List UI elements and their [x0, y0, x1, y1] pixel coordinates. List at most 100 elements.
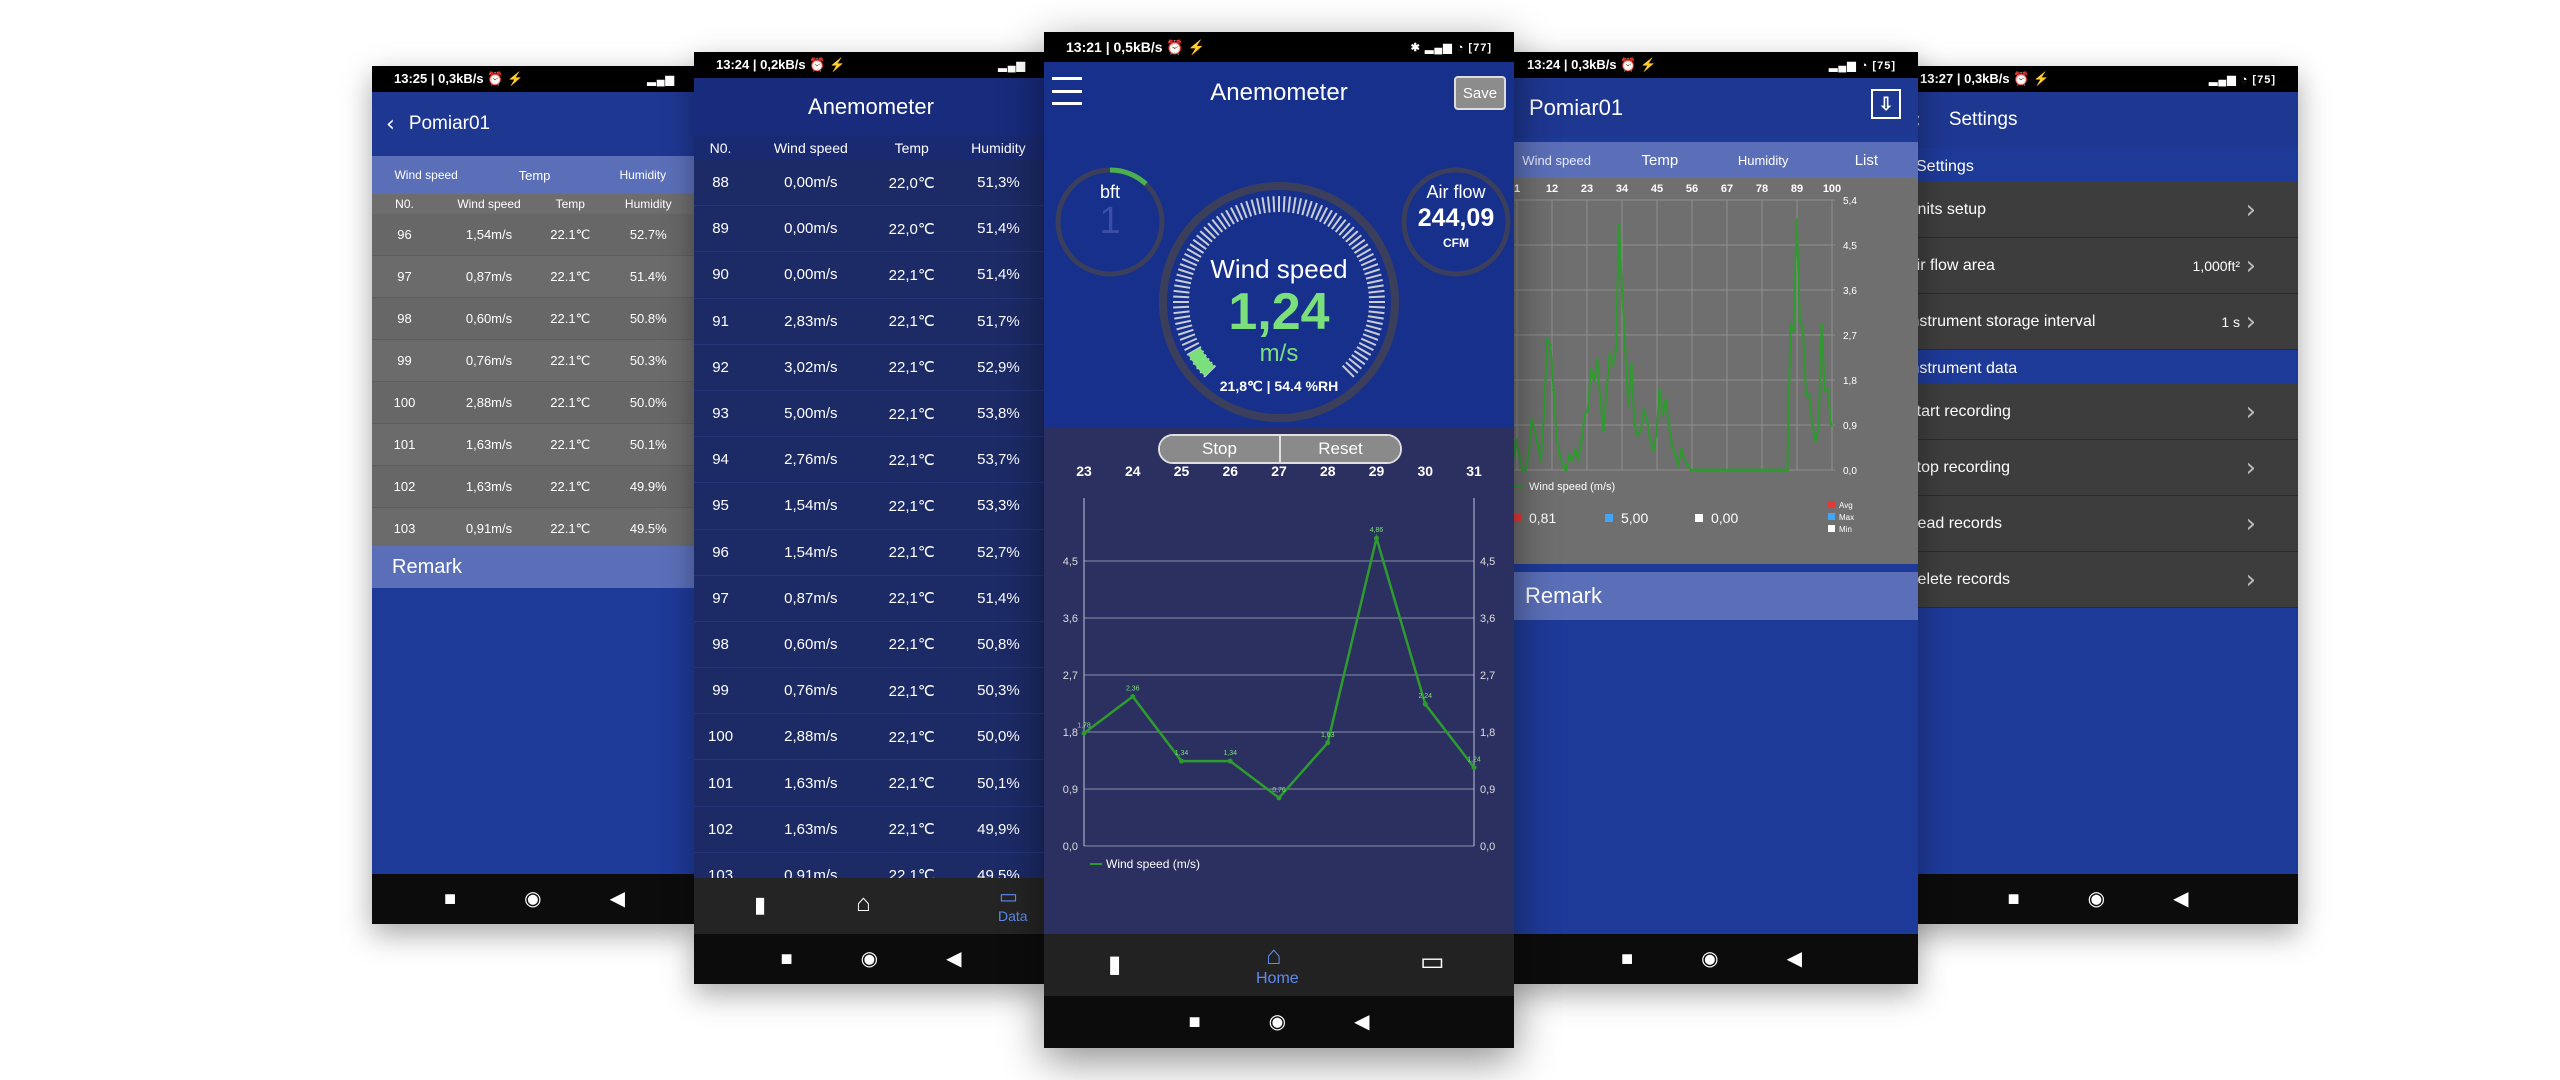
back-triangle-icon[interactable]: ◀: [610, 889, 625, 909]
cell-no: 96: [712, 543, 729, 561]
settings-item[interactable]: Instrument storage interval 1 s ›: [1898, 294, 2298, 350]
cell-humidity: 51,4%: [977, 220, 1020, 238]
settings-item[interactable]: Start recording ›: [1898, 384, 2298, 440]
save-button[interactable]: Save: [1454, 76, 1506, 110]
settings-item-label: Start recording: [1906, 402, 2011, 420]
back-triangle-icon[interactable]: ◀: [946, 949, 961, 969]
recents-icon[interactable]: ■: [781, 949, 793, 969]
data-point: [1595, 358, 1599, 362]
x-tick-label: 26: [1222, 464, 1238, 479]
home-icon[interactable]: ⌂: [856, 890, 871, 918]
status-bar: 13:24 | 0,2kB/s ⏰ ⚡ ▂▄▆: [694, 52, 1048, 78]
recents-icon[interactable]: ■: [2008, 889, 2020, 909]
cell-wind-speed: 1,63m/s: [465, 479, 513, 494]
legend-min-swatch: [1695, 514, 1703, 522]
stop-button[interactable]: Stop: [1160, 436, 1281, 462]
home-circle-icon[interactable]: ◉: [524, 889, 541, 909]
home-circle-icon[interactable]: ◉: [1269, 1012, 1286, 1032]
chevron-right-icon: ›: [2245, 306, 2256, 337]
table-row: 100 2,88m/s 22.1℃ 50.0%: [372, 382, 697, 424]
data-point: [1517, 453, 1521, 457]
data-point: [1804, 393, 1808, 397]
nav-data-label[interactable]: Data: [998, 908, 1028, 924]
y-tick-label-right: 1,8: [1480, 727, 1495, 739]
cell-humidity: 53,3%: [977, 497, 1020, 515]
recents-icon[interactable]: ■: [444, 889, 456, 909]
cell-temp: 22,1℃: [888, 359, 935, 377]
nav-home-label[interactable]: Home: [1256, 970, 1299, 988]
data-point: [1695, 468, 1699, 472]
battery-level: 75: [2257, 73, 2272, 86]
cell-wind-speed: 0,60m/s: [465, 311, 513, 326]
tab-wind-speed[interactable]: Wind speed: [1505, 153, 1608, 168]
settings-list: Units setup › Air flow area 1,000ft² › Instru…: [1898, 182, 2298, 350]
table-row: 91 2,83m/s 22,1℃ 51,7%: [694, 298, 1048, 345]
back-triangle-icon[interactable]: ◀: [1354, 1012, 1369, 1032]
data-point: [1626, 403, 1630, 407]
monitor-icon[interactable]: ▭: [1420, 946, 1445, 977]
recents-icon[interactable]: ■: [1189, 1012, 1201, 1032]
cell-humidity: 53,8%: [977, 405, 1020, 423]
stop-reset-group: Stop Reset: [1158, 434, 1402, 464]
cell-wind-speed: 1,54m/s: [784, 497, 838, 515]
data-point: [1567, 453, 1571, 457]
home-icon[interactable]: ⌂: [1266, 940, 1282, 971]
settings-item[interactable]: Stop recording ›: [1898, 440, 2298, 496]
data-label: 1,78: [1077, 722, 1091, 729]
key-min: Min: [1828, 524, 1854, 536]
tab-list[interactable]: List: [1815, 152, 1918, 169]
col-humidity: Humidity: [624, 197, 672, 211]
status-time: 13:21 | 0,5kB/s ⏰ ⚡: [1066, 38, 1206, 55]
data-point: [1701, 468, 1705, 472]
data-point: [1742, 468, 1746, 472]
remark-bar[interactable]: Remark: [1505, 572, 1918, 620]
airflow-label: Air flow: [1426, 182, 1486, 202]
cell-no: 98: [712, 635, 729, 653]
data-point: [1542, 408, 1546, 412]
x-tick-label: 34: [1616, 183, 1629, 195]
cell-temp: 22,1℃: [888, 451, 935, 469]
settings-item[interactable]: Read records ›: [1898, 496, 2298, 552]
series-line: [1083, 533, 1475, 800]
tab-wind-speed[interactable]: Wind speed: [372, 168, 480, 182]
tab-humidity[interactable]: Humidity: [589, 168, 697, 182]
remark-bar[interactable]: Remark: [372, 546, 697, 588]
settings-item-label: Instrument storage interval: [1906, 312, 2096, 330]
monitor-icon[interactable]: ▭: [999, 884, 1018, 909]
book-icon[interactable]: ▮: [754, 892, 766, 918]
data-table: N0. Wind speed Temp Humidity 96 1,54m/s 22…: [372, 194, 697, 550]
cell-no: 94: [712, 451, 729, 469]
reset-button[interactable]: Reset: [1281, 436, 1400, 462]
status-time: 13:27 | 0,3kB/s ⏰ ⚡: [1920, 71, 2050, 86]
data-point: [1579, 438, 1584, 442]
key-avg: Avg: [1828, 500, 1854, 512]
settings-item[interactable]: Air flow area 1,000ft² ›: [1898, 238, 2298, 294]
home-circle-icon[interactable]: ◉: [861, 949, 878, 969]
data-point: [1276, 795, 1282, 801]
tab-temp[interactable]: Temp: [1608, 152, 1711, 169]
settings-item-label: Stop recording: [1906, 458, 2011, 476]
tab-temp[interactable]: Temp: [480, 168, 588, 183]
data-point: [1698, 468, 1702, 472]
data-point: [1689, 468, 1693, 472]
settings-item[interactable]: Units setup ›: [1898, 182, 2298, 238]
data-point: [1657, 388, 1662, 392]
data-point: [1586, 408, 1590, 412]
recents-icon[interactable]: ■: [1621, 949, 1633, 969]
back-triangle-icon[interactable]: ◀: [2173, 889, 2188, 909]
download-icon[interactable]: ⇩: [1871, 89, 1901, 119]
data-point: [1726, 468, 1730, 472]
system-nav-bar: ■ ◉ ◀: [1505, 934, 1918, 984]
data-point: [1735, 468, 1740, 472]
back-icon[interactable]: ‹: [386, 112, 395, 137]
gauge-value: 1,24: [1228, 283, 1330, 341]
home-circle-icon[interactable]: ◉: [1701, 949, 1718, 969]
data-point: [1776, 468, 1780, 472]
settings-item[interactable]: Delete records ›: [1898, 552, 2298, 608]
tab-humidity[interactable]: Humidity: [1712, 153, 1815, 168]
book-icon[interactable]: ▮: [1108, 950, 1121, 979]
cell-humidity: 50.8%: [629, 311, 667, 326]
data-point: [1738, 468, 1743, 472]
home-circle-icon[interactable]: ◉: [2088, 889, 2105, 909]
back-triangle-icon[interactable]: ◀: [1787, 949, 1802, 969]
